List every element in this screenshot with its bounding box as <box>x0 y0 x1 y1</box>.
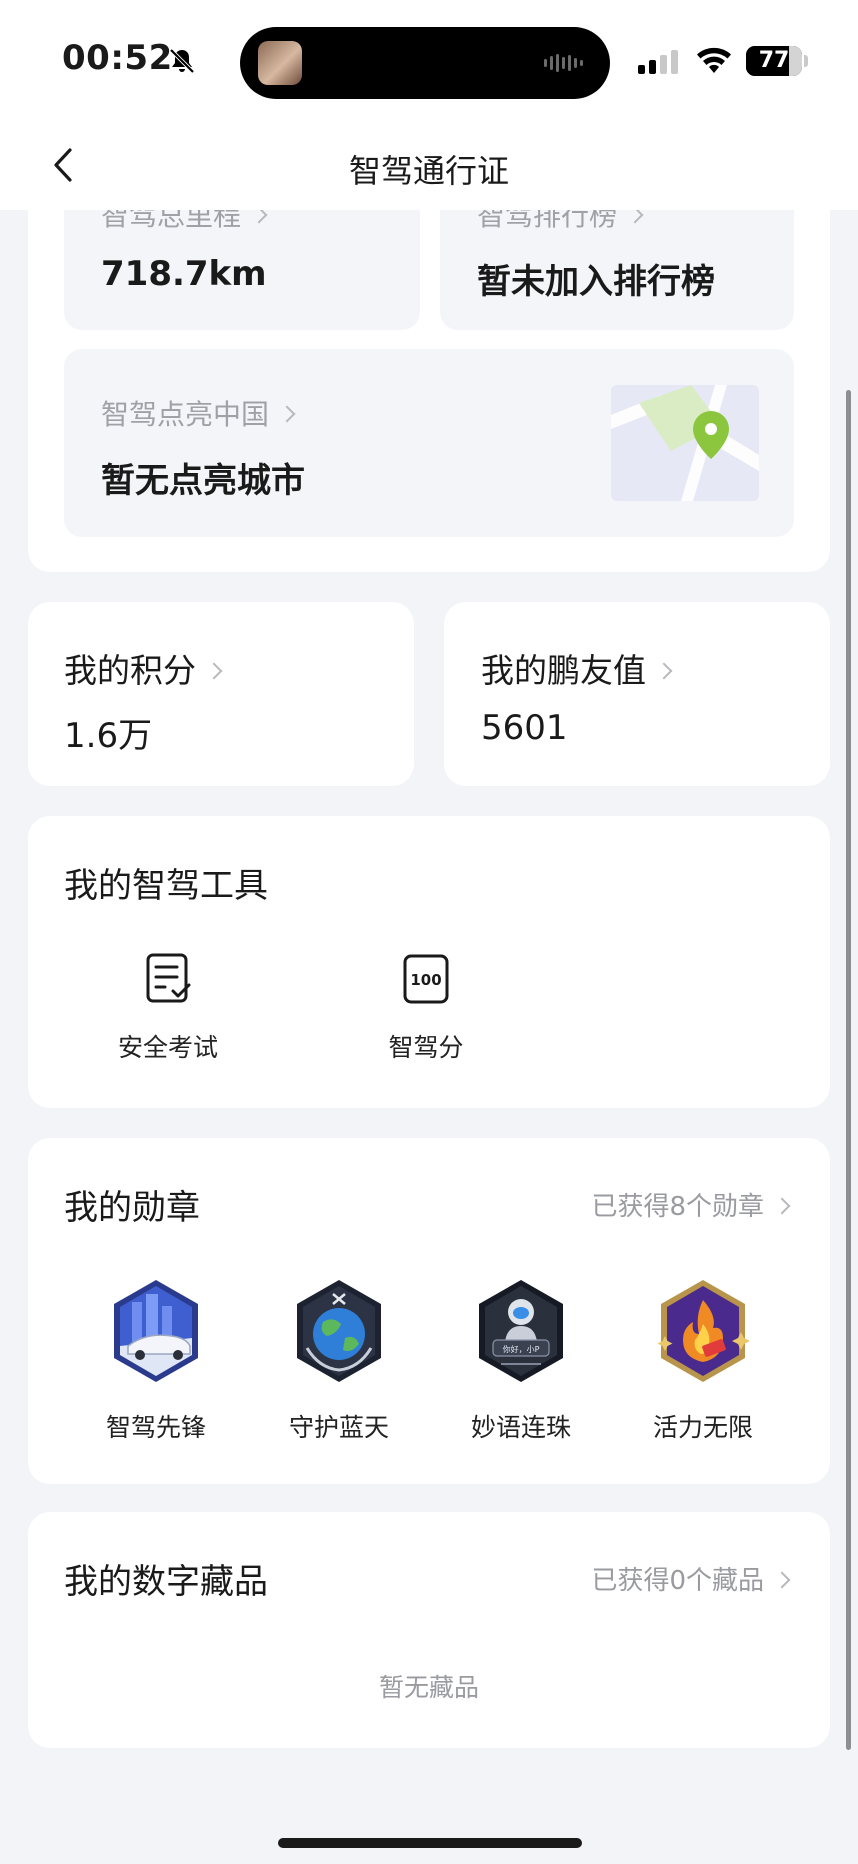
battery-tip <box>804 55 808 67</box>
status-bar: 00:52 77 <box>0 0 858 120</box>
medals-title: 我的勋章 <box>64 1188 200 1228</box>
mileage-value: 718.7km <box>101 254 267 294</box>
light-china-label: 智驾点亮中国 <box>101 398 270 431</box>
exam-checklist-icon <box>146 953 191 1003</box>
medals-summary: 已获得8个勋章 <box>591 1192 764 1222</box>
collectibles-card: 我的数字藏品 已获得0个藏品 暂无藏品 <box>28 1512 830 1748</box>
medals-summary-link[interactable]: 已获得8个勋章 <box>591 1186 791 1223</box>
earth-medal-icon <box>297 1280 381 1382</box>
safety-exam-label: 安全考试 <box>117 1033 218 1062</box>
medal-label: 守护蓝天 <box>288 1413 389 1442</box>
collectibles-empty-text: 暂无藏品 <box>378 1673 479 1702</box>
chevron-right-icon <box>205 662 223 679</box>
tools-title: 我的智驾工具 <box>64 866 268 906</box>
medals-card: 我的勋章 已获得8个勋章 智驾先锋 守护蓝天 你好，小P 妙语连珠 活力无限 <box>28 1138 830 1484</box>
collectibles-summary: 已获得0个藏品 <box>591 1566 764 1596</box>
cellular-signal-icon <box>638 48 678 74</box>
silent-bell-icon <box>169 48 195 74</box>
safety-exam-tool[interactable]: 安全考试 <box>78 952 258 1064</box>
astronaut-medal-icon: 你好，小P <box>479 1280 563 1382</box>
home-indicator[interactable] <box>278 1838 582 1848</box>
light-china-value: 暂无点亮城市 <box>101 461 305 501</box>
battery-percent: 77 <box>758 48 790 73</box>
medal-item[interactable]: 守护蓝天 <box>264 1276 414 1444</box>
page-title: 智驾通行证 <box>348 152 509 190</box>
fire-medal-icon <box>657 1280 750 1382</box>
medal-label: 妙语连珠 <box>470 1413 571 1442</box>
status-time: 00:52 <box>62 38 173 78</box>
tools-card: 我的智驾工具 安全考试 100 智驾分 <box>28 816 830 1108</box>
medal-badge-text: 你好，小P <box>503 1344 540 1354</box>
scrollbar[interactable] <box>846 390 851 1750</box>
points-value: 1.6万 <box>64 716 153 756</box>
collectibles-summary-link[interactable]: 已获得0个藏品 <box>591 1560 791 1597</box>
medal-label: 活力无限 <box>652 1413 753 1442</box>
chevron-right-icon <box>655 662 673 679</box>
medal-item[interactable]: 活力无限 <box>628 1276 778 1444</box>
medal-item[interactable]: 智驾先锋 <box>81 1276 231 1444</box>
car-city-medal-icon <box>114 1280 198 1382</box>
battery-icon: 77 <box>746 46 802 76</box>
chevron-right-icon <box>278 405 296 423</box>
points-card[interactable]: 我的积分 1.6万 <box>28 602 414 786</box>
driving-score-label: 智驾分 <box>388 1033 464 1062</box>
light-china-tile[interactable]: 智驾点亮中国 暂无点亮城市 <box>64 349 794 537</box>
nav-bar: 智驾通行证 <box>0 120 858 210</box>
audio-wave-icon <box>544 53 588 73</box>
driving-stats-card: 智驾总里程 718.7km 智驾排行榜 暂未加入排行榜 智驾点亮中国 暂无点亮城… <box>28 150 830 572</box>
wifi-icon <box>697 47 731 73</box>
driving-score-tool[interactable]: 100 智驾分 <box>336 952 516 1064</box>
score-100-text: 100 <box>410 971 441 989</box>
friend-value-card[interactable]: 我的鹏友值 5601 <box>444 602 830 786</box>
friend-value-number: 5601 <box>481 708 568 748</box>
dynamic-island[interactable] <box>240 27 610 99</box>
chevron-right-icon <box>773 1571 791 1588</box>
map-pin-icon <box>611 385 759 501</box>
points-label: 我的积分 <box>64 651 196 690</box>
friend-value-label: 我的鹏友值 <box>481 651 646 690</box>
medal-label: 智驾先锋 <box>105 1413 206 1442</box>
collectibles-title: 我的数字藏品 <box>64 1562 268 1602</box>
score-100-icon: 100 <box>403 954 449 1004</box>
media-thumbnail <box>258 41 302 85</box>
medal-item[interactable]: 你好，小P 妙语连珠 <box>446 1276 596 1444</box>
ranking-value: 暂未加入排行榜 <box>477 262 715 302</box>
chevron-right-icon <box>773 1197 791 1214</box>
